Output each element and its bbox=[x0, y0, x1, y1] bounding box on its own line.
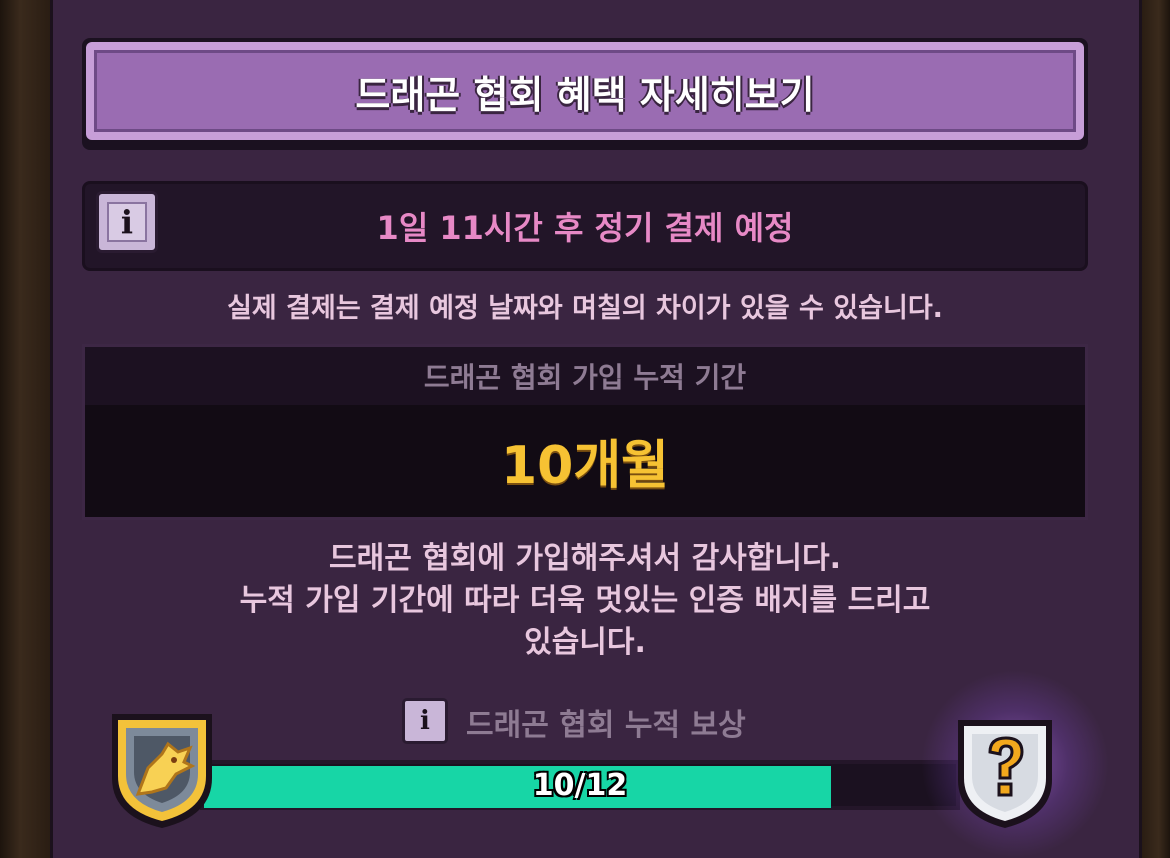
left-frame bbox=[0, 0, 50, 858]
thanks-line-3: 있습니다. bbox=[524, 625, 646, 660]
reward-progress-bar: 10/12 bbox=[200, 760, 960, 810]
dragon-badge-icon[interactable] bbox=[104, 708, 220, 832]
payment-note: 실제 결제는 결제 예정 날짜와 며칠의 차이가 있을 수 있습니다. bbox=[227, 293, 943, 324]
membership-duration-label: 드래곤 협회 가입 누적 기간 bbox=[85, 347, 1085, 405]
reward-info-button[interactable]: i bbox=[402, 698, 448, 744]
next-payment-text: 1일 11시간 후 정기 결제 예정 bbox=[376, 209, 794, 247]
info-icon: i bbox=[420, 706, 430, 736]
thanks-line-1: 드래곤 협회에 가입해주셔서 감사합니다. bbox=[329, 541, 841, 576]
mystery-badge-icon[interactable] bbox=[950, 712, 1060, 832]
info-icon: i bbox=[107, 202, 147, 242]
benefits-detail-label: 드래곤 협회 혜택 자세히보기 bbox=[355, 72, 815, 117]
benefits-detail-button[interactable]: 드래곤 협회 혜택 자세히보기 bbox=[82, 38, 1088, 150]
membership-duration-box: 드래곤 협회 가입 누적 기간 10개월 bbox=[82, 344, 1088, 520]
payment-info-button[interactable]: i bbox=[96, 191, 158, 253]
next-payment-bar: 1일 11시간 후 정기 결제 예정 bbox=[82, 181, 1088, 271]
reward-label: 드래곤 협회 누적 보상 bbox=[466, 708, 746, 743]
thanks-line-2: 누적 가입 기간에 따라 더욱 멋있는 인증 배지를 드리고 bbox=[239, 583, 931, 618]
thanks-message: 드래곤 협회에 가입해주셔서 감사합니다. 누적 가입 기간에 따라 더욱 멋있… bbox=[82, 538, 1088, 664]
membership-duration-value: 10개월 bbox=[500, 435, 670, 496]
right-frame bbox=[1142, 0, 1170, 858]
progress-text: 10/12 bbox=[532, 767, 628, 803]
